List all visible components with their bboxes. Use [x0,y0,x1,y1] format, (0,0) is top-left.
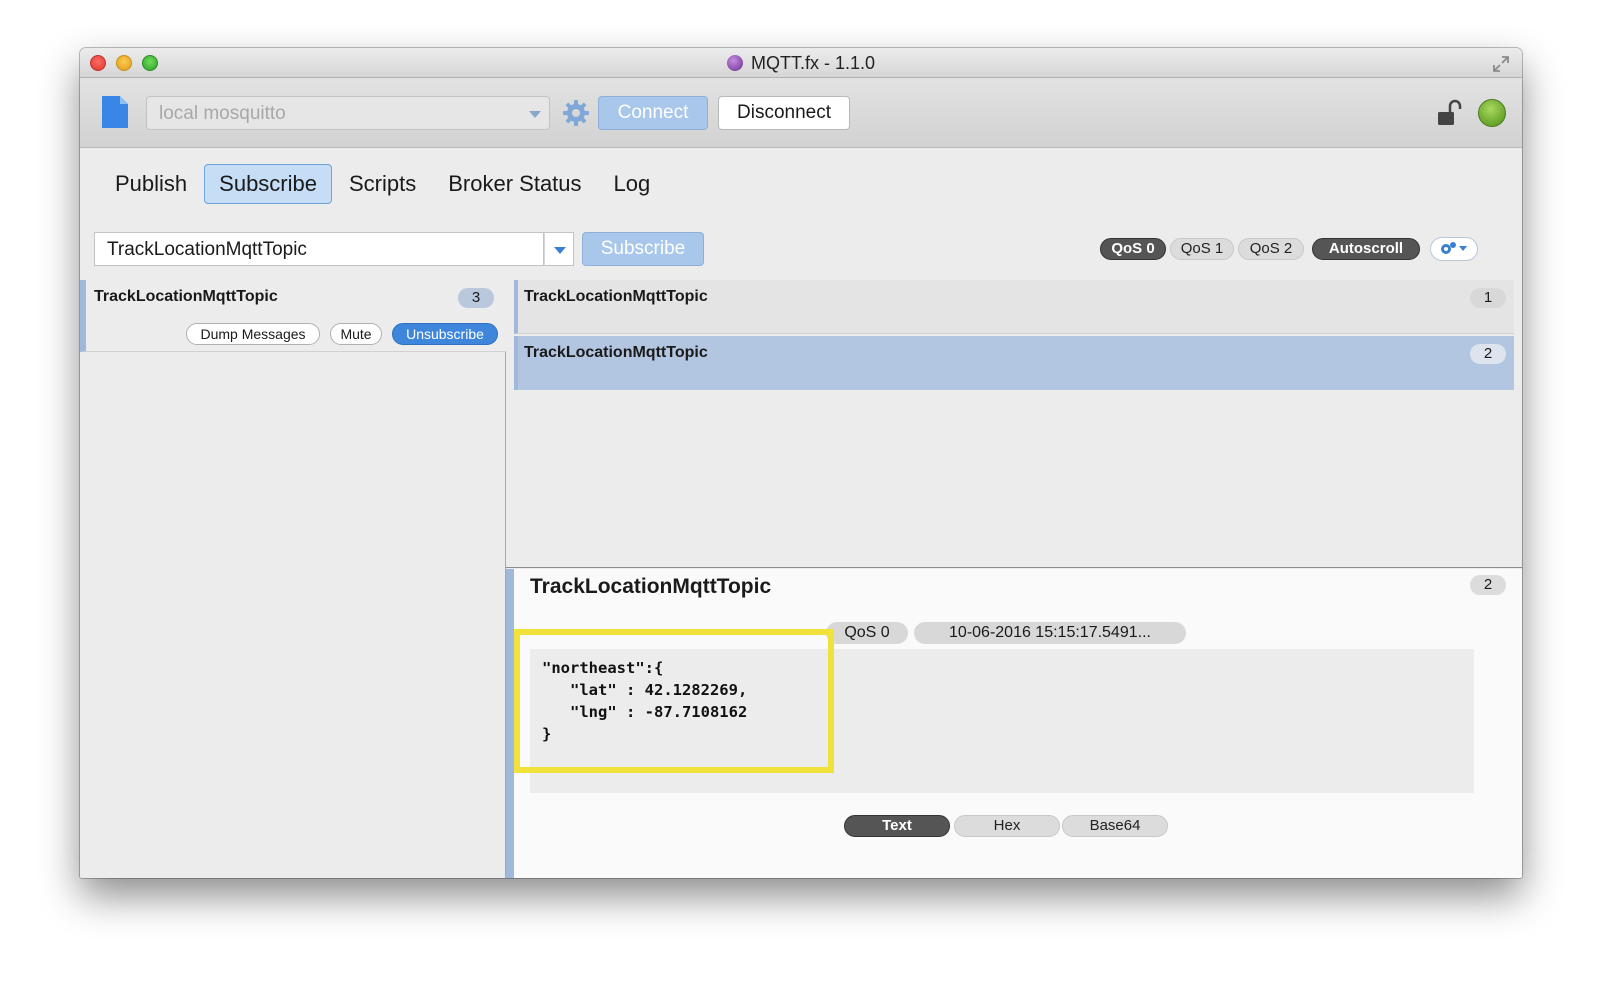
message-list: TrackLocationMqttTopic 1 TrackLocationMq… [506,280,1522,568]
tab-log[interactable]: Log [599,164,666,204]
subscriptions-panel: TrackLocationMqttTopic 3 Dump Messages M… [80,280,506,878]
format-text-button[interactable]: Text [844,815,950,837]
qos-1-toggle[interactable]: QoS 1 [1170,238,1234,260]
qos-0-toggle[interactable]: QoS 0 [1100,238,1166,260]
detail-qos-badge: QoS 0 [826,622,908,644]
main-tabs: Publish Subscribe Scripts Broker Status … [100,164,667,204]
document-icon[interactable] [100,95,130,129]
mqttfx-app-icon [726,55,743,71]
connection-profile-select[interactable]: local mosquitto [146,96,550,130]
window-title: MQTT.fx - 1.1.0 [750,53,876,73]
disconnect-button[interactable]: Disconnect [718,96,850,130]
message-number: 1 [1470,288,1506,308]
title-bar: MQTT.fx - 1.1.0 [80,48,1522,78]
message-topic: TrackLocationMqttTopic [524,344,708,361]
topic-input[interactable]: TrackLocationMqttTopic [94,232,544,266]
connection-profile-value: local mosquitto [159,103,286,124]
window-title-wrap: MQTT.fx - 1.1.0 [80,53,1522,74]
detail-topic: TrackLocationMqttTopic [530,575,772,598]
qos-2-toggle[interactable]: QoS 2 [1238,238,1304,260]
gears-dropdown-icon [1441,242,1467,254]
format-hex-button[interactable]: Hex [954,815,1060,837]
connection-toolbar: local mosquitto Connect Disconnect [80,78,1522,148]
mute-button[interactable]: Mute [330,323,382,345]
chevron-down-icon [529,111,541,118]
tab-broker-status[interactable]: Broker Status [433,164,596,204]
subscribe-button[interactable]: Subscribe [582,232,704,266]
chevron-down-icon [554,247,566,254]
message-row-selected[interactable]: TrackLocationMqttTopic 2 [514,336,1514,390]
message-detail: TrackLocationMqttTopic 2 QoS 0 10-06-201… [506,569,1522,878]
unsubscribe-button[interactable]: Unsubscribe [392,323,498,345]
fullscreen-icon[interactable] [1492,55,1510,73]
autoscroll-toggle[interactable]: Autoscroll [1312,238,1420,260]
connect-button[interactable]: Connect [598,96,708,130]
connection-status-indicator [1478,99,1506,127]
detail-timestamp: 10-06-2016 15:15:17.5491... [914,622,1186,644]
dump-messages-button[interactable]: Dump Messages [186,323,320,345]
subscription-item[interactable]: TrackLocationMqttTopic 3 Dump Messages M… [80,280,506,352]
app-window: MQTT.fx - 1.1.0 local mosquitto Connect … [80,48,1522,878]
options-menu-button[interactable] [1430,237,1478,261]
message-number: 2 [1470,344,1506,364]
subscription-message-count: 3 [458,288,494,308]
subscription-topic: TrackLocationMqttTopic [94,288,278,305]
format-base64-button[interactable]: Base64 [1062,815,1168,837]
message-row[interactable]: TrackLocationMqttTopic 1 [514,280,1514,334]
highlight-annotation-box [514,629,834,773]
unlocked-lock-icon [1438,99,1462,125]
gear-icon[interactable] [560,97,592,129]
message-topic: TrackLocationMqttTopic [524,288,708,305]
tab-subscribe[interactable]: Subscribe [204,164,332,204]
tab-publish[interactable]: Publish [100,164,202,204]
detail-message-number: 2 [1470,575,1506,595]
tab-scripts[interactable]: Scripts [334,164,431,204]
topic-history-dropdown[interactable] [544,232,574,266]
